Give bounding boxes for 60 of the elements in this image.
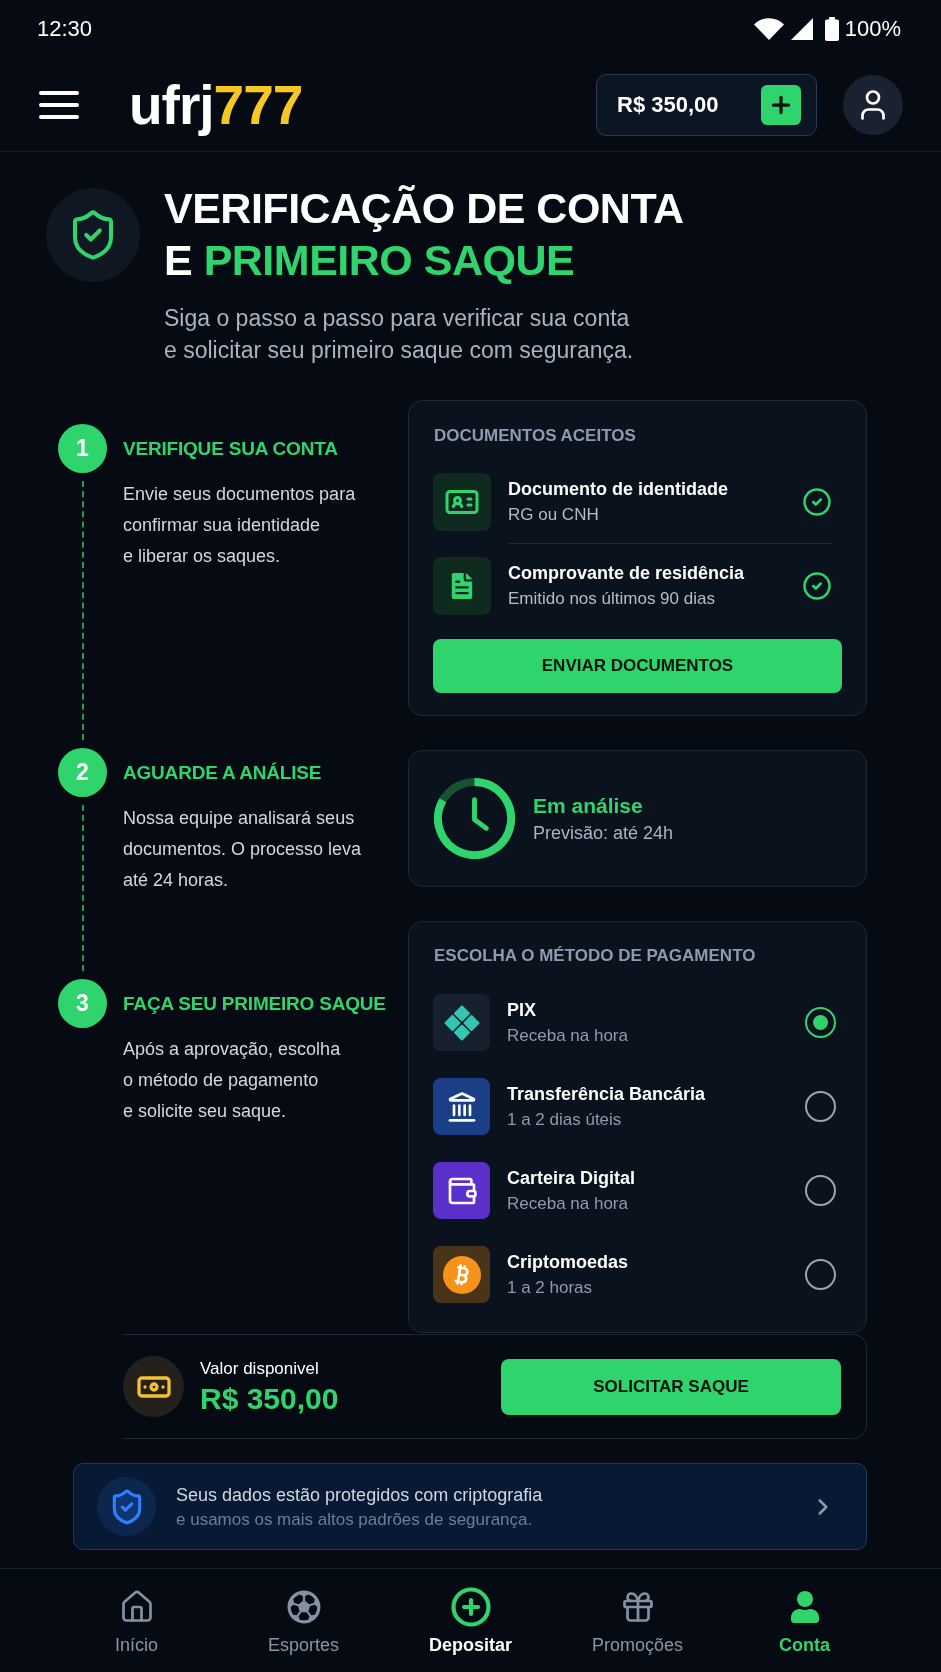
id-card-icon — [433, 473, 491, 531]
wifi-icon — [753, 18, 784, 40]
nav-tab[interactable]: Promoções — [554, 1586, 721, 1657]
card-heading: DOCUMENTOS ACEITOS — [433, 425, 637, 447]
nav-tab[interactable]: Esportes — [220, 1586, 387, 1657]
step-description: Após a aprovação, escolha o método de pagamento e solicite seu saque. — [123, 1038, 342, 1123]
deposit-tab[interactable]: Depositar — [387, 1586, 554, 1657]
nav-tab[interactable]: Início — [53, 1586, 220, 1657]
radio-button[interactable] — [805, 1259, 836, 1290]
payment-method-detail: Receba na hora — [507, 1024, 629, 1047]
add-funds-button[interactable] — [761, 84, 801, 125]
step-number: 1 — [58, 424, 107, 473]
send-documents-button[interactable]: ENVIAR DOCUMENTOS — [433, 639, 842, 693]
radio-button[interactable] — [805, 1175, 836, 1206]
document-detail: RG ou CNH — [508, 504, 600, 526]
step-title: AGUARDE A ANÁLISE — [123, 761, 323, 785]
bank-icon — [433, 1078, 490, 1135]
document-name: Comprovante de residência — [508, 562, 746, 585]
security-title: Seus dados estão protegidos com criptografia — [176, 1483, 544, 1507]
step-number: 3 — [58, 979, 107, 1028]
wallet-icon — [433, 1162, 490, 1219]
radio-button[interactable] — [805, 1091, 836, 1122]
battery-percent: 100% — [844, 15, 901, 43]
document-detail: Emitido nos últimos 90 dias — [508, 588, 716, 610]
security-banner[interactable]: Seus dados estão protegidos com criptografia e usamos os mais altos padrões de segurança. — [73, 1463, 867, 1550]
payment-method-name: Transferência Bancária — [507, 1082, 707, 1106]
nav-tab[interactable]: Conta — [721, 1586, 888, 1657]
logo: ufrj777 — [129, 72, 303, 137]
step-description: Envie seus documentos para confirmar sua identidade e liberar os saques. — [123, 483, 356, 568]
document-name: Documento de identidade — [508, 478, 730, 501]
card-heading: ESCOLHA O MÉTODO DE PAGAMENTO — [433, 945, 757, 967]
step-title: VERIFIQUE SUA CONTA — [123, 437, 339, 461]
available-amount: R$ 350,00 — [200, 1380, 339, 1417]
payment-method-detail: 1 a 2 dias úteis — [507, 1108, 623, 1131]
signal-icon — [790, 18, 813, 40]
page-subtitle: Siga o passo a passo para verificar sua conta e solicitar seu primeiro saque com segurança. — [164, 304, 635, 365]
review-status: Em análise — [533, 792, 644, 819]
step-description: Nossa equipe analisará seus documentos. O processo leva até 24 horas. — [123, 807, 362, 892]
payment-method-detail: Receba na hora — [507, 1192, 629, 1215]
step-title: FAÇA SEU PRIMEIRO SAQUE — [123, 992, 386, 1016]
payment-method-name: Criptomoedas — [507, 1250, 630, 1274]
review-eta: Previsão: até 24h — [533, 821, 674, 845]
menu-icon[interactable] — [39, 90, 79, 119]
payment-method-detail: 1 a 2 horas — [507, 1276, 594, 1299]
radio-button[interactable] — [805, 1007, 836, 1038]
payment-method-name: Carteira Digital — [507, 1166, 637, 1190]
security-subtitle: e usamos os mais altos padrões de segurança. — [176, 1508, 534, 1531]
balance-amount: R$ 350,00 — [617, 90, 719, 119]
status-time: 12:30 — [37, 15, 93, 43]
page-title: VERIFICAÇÃO DE CONTA E PRIMEIRO SAQUE — [164, 183, 684, 286]
clock-icon — [434, 778, 515, 859]
user-icon — [788, 1591, 821, 1623]
battery-icon — [824, 17, 839, 41]
step-number: 2 — [58, 748, 107, 797]
payment-method-name: PIX — [507, 998, 537, 1022]
bitcoin-icon — [433, 1246, 490, 1303]
withdraw-button[interactable]: SOLICITAR SAQUE — [501, 1358, 841, 1415]
document-icon — [433, 557, 491, 615]
plus-circle-icon — [449, 1586, 492, 1628]
available-label: Valor disponivel — [200, 1357, 320, 1380]
